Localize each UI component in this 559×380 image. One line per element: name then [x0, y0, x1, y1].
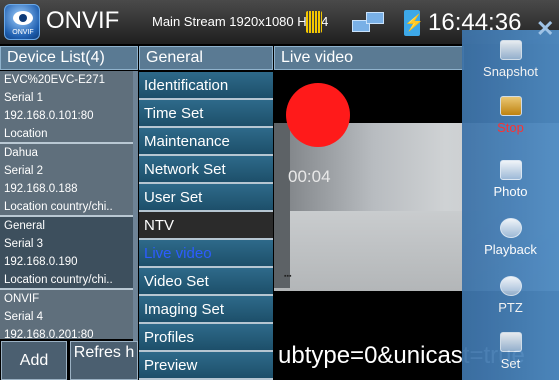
device-location: Location	[4, 128, 48, 140]
settings-menu: Identification Time Set Maintenance Netw…	[139, 72, 273, 380]
device-location: Location country/chi..	[4, 201, 113, 213]
playback-label: Playback	[484, 242, 537, 257]
ptz-label: PTZ	[498, 300, 523, 315]
snapshot-button[interactable]: Snapshot	[462, 40, 559, 79]
device-ip: 192.168.0.101:80	[4, 110, 94, 122]
device-name: ONVIF	[4, 293, 40, 305]
ptz-button[interactable]: PTZ	[462, 276, 559, 315]
camera-icon	[499, 40, 522, 60]
device-item[interactable]: EVC%20EVC-E271 Serial 1 192.168.0.101:80…	[0, 71, 138, 144]
device-serial: Serial 2	[4, 165, 43, 177]
recording-timer: 00:04	[288, 167, 331, 186]
add-device-button[interactable]: Add	[1, 341, 67, 380]
live-video-header: Live video	[274, 46, 464, 70]
onvif-logo-icon: ONVIF	[4, 4, 40, 40]
menu-item-time-set[interactable]: Time Set	[139, 100, 273, 128]
device-list-scrollbar[interactable]	[133, 71, 138, 341]
tools-icon	[499, 332, 522, 352]
device-list: EVC%20EVC-E271 Serial 1 192.168.0.101:80…	[0, 71, 138, 341]
stream-info: Main Stream 1920x1080 H264	[152, 14, 329, 29]
menu-item-user-set[interactable]: User Set	[139, 184, 273, 212]
stop-button[interactable]: Stop	[462, 96, 559, 135]
ptz-camera-icon	[499, 276, 522, 296]
menu-item-preview[interactable]: Preview	[139, 352, 273, 380]
sd-card-icon	[306, 11, 322, 33]
menu-item-ntv[interactable]: NTV	[139, 212, 273, 240]
record-stop-icon	[499, 96, 522, 116]
device-item-selected[interactable]: General Serial 3 192.168.0.190 Location …	[0, 217, 138, 290]
menu-header: General	[139, 46, 273, 70]
tool-panel: Snapshot Stop Photo Playback PTZ Set	[462, 30, 559, 380]
logo-text: ONVIF	[12, 29, 34, 36]
snapshot-label: Snapshot	[483, 64, 538, 79]
stop-label: Stop	[497, 120, 524, 135]
device-serial: Serial 4	[4, 311, 43, 323]
device-list-header: Device List(4)	[0, 46, 138, 70]
menu-item-identification[interactable]: Identification	[139, 72, 273, 100]
recording-indicator-icon	[286, 83, 350, 147]
device-serial: Serial 1	[4, 92, 43, 104]
photo-button[interactable]: Photo	[462, 160, 559, 199]
device-item[interactable]: ONVIF Serial 4 192.168.0.201:80	[0, 290, 138, 341]
refresh-button[interactable]: Refres h	[70, 341, 138, 380]
close-icon[interactable]: ✕	[536, 16, 554, 42]
photo-icon	[499, 160, 522, 180]
set-label: Set	[500, 356, 521, 371]
device-ip: 192.168.0.188	[4, 183, 78, 195]
menu-item-maintenance[interactable]: Maintenance	[139, 128, 273, 156]
device-location: Location country/chi..	[4, 274, 113, 286]
device-name: EVC%20EVC-E271	[4, 74, 105, 86]
playback-icon	[499, 218, 522, 238]
video-wall-edge	[274, 123, 290, 288]
menu-item-network-set[interactable]: Network Set	[139, 156, 273, 184]
device-name: Dahua	[4, 147, 38, 159]
photo-label: Photo	[493, 184, 528, 199]
menu-item-imaging-set[interactable]: Imaging Set	[139, 296, 273, 324]
menu-item-live-video[interactable]: Live video	[139, 240, 273, 268]
device-item[interactable]: Dahua Serial 2 192.168.0.188 Location co…	[0, 144, 138, 217]
set-button[interactable]: Set	[462, 332, 559, 371]
playback-button[interactable]: Playback	[462, 218, 559, 257]
device-name: General	[4, 220, 45, 232]
menu-item-video-set[interactable]: Video Set	[139, 268, 273, 296]
device-ip: 192.168.0.190	[4, 256, 78, 268]
camera-overlay-text: ▪▪▪	[284, 273, 292, 280]
network-icon	[352, 12, 388, 34]
device-serial: Serial 3	[4, 238, 43, 250]
app-title: ONVIF	[46, 7, 120, 34]
menu-item-profiles[interactable]: Profiles	[139, 324, 273, 352]
battery-charging-icon: ⚡	[404, 10, 424, 36]
